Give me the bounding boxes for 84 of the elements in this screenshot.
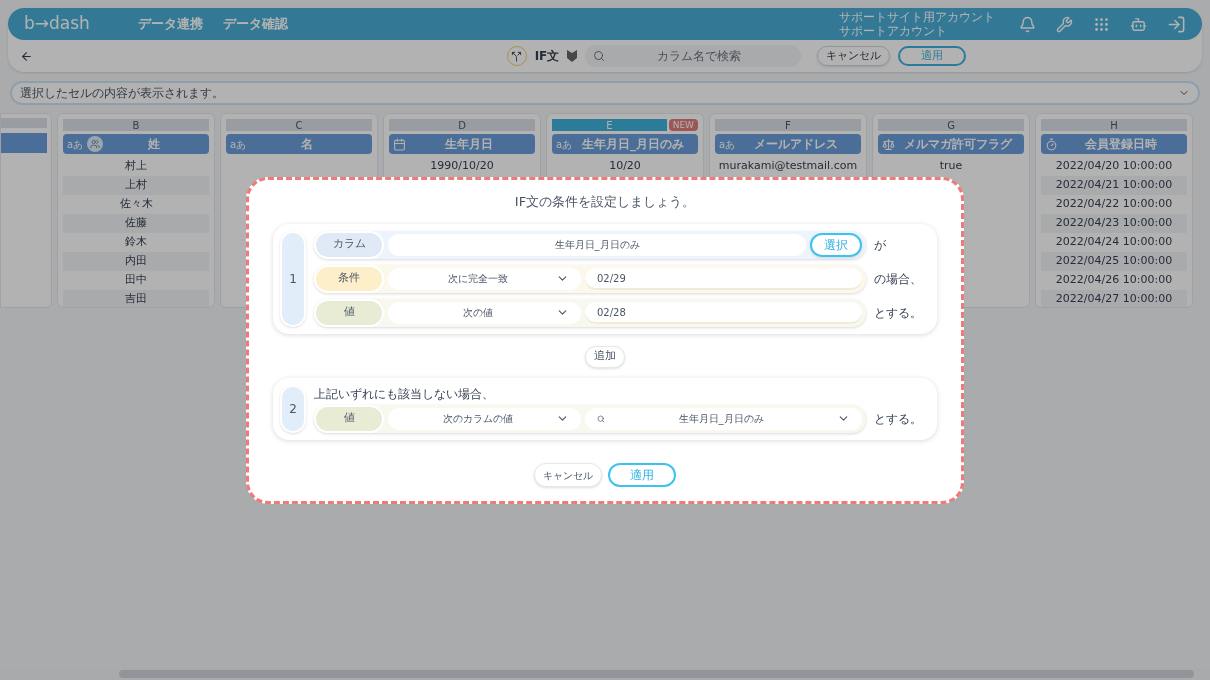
table-cell: 2022/04/27 10:00:00 <box>1041 290 1187 307</box>
column-letter[interactable]: H <box>1041 119 1187 131</box>
column-header[interactable]: aあ メールアドレス <box>715 134 861 154</box>
dialog-title: IF文の条件を設定しましょう。 <box>513 193 697 211</box>
column-search-select[interactable]: 生年月日_月日のみ <box>585 407 862 430</box>
nav-link[interactable]: データ連携 <box>138 14 203 34</box>
rule-number: 1 <box>280 230 306 327</box>
account-name: サポートアカウント <box>839 24 948 38</box>
row-label: 値 <box>314 404 384 433</box>
apps-grid-icon[interactable] <box>1093 15 1110 33</box>
table-cell: 2022/04/25 10:00:00 <box>1041 252 1187 271</box>
search-icon <box>593 50 606 62</box>
rule-number: 2 <box>280 384 306 433</box>
column-letter[interactable]: C <box>226 119 372 131</box>
table-cell-text: 2022/04/24 10:00:00 <box>1054 234 1174 251</box>
table-cell: 2022/04/23 10:00:00 <box>1041 214 1187 233</box>
table-cell: 2022/04/21 10:00:00 <box>1041 176 1187 195</box>
scale-icon <box>882 137 895 151</box>
wrench-icon[interactable] <box>1056 15 1073 33</box>
column-header[interactable]: aあ 名 <box>226 134 372 154</box>
text-type-label: aあ <box>556 137 573 152</box>
back-icon[interactable] <box>20 49 33 63</box>
cancel-button[interactable]: キャンセル <box>534 463 602 487</box>
table-cell-text: 2022/04/22 10:00:00 <box>1054 196 1174 213</box>
column-header[interactable]: aあ 生年月日_月日のみ <box>552 134 698 154</box>
table-cell-text: true <box>938 158 964 175</box>
table-cell-text: 2022/04/20 10:00:00 <box>1054 158 1174 175</box>
table-cell: 上村 <box>63 176 209 195</box>
row-label: 値 <box>314 298 384 327</box>
shield-icon <box>567 49 578 63</box>
toolbar-title: IF文 <box>534 48 560 65</box>
bell-icon[interactable] <box>1019 15 1036 33</box>
table-cell: 内田 <box>63 252 209 271</box>
new-badge: NEW <box>668 119 698 131</box>
table-cell-text: murakami@testmail.com <box>717 158 859 175</box>
row-suffix: が <box>874 236 887 254</box>
column-header[interactable]: 生年月日 <box>389 134 535 154</box>
value-type-select[interactable]: 次のカラムの値 <box>388 407 581 430</box>
add-button[interactable]: 追加 <box>585 345 625 368</box>
logo[interactable]: b→dash <box>24 11 114 37</box>
table-cell: 吉田 <box>63 290 209 307</box>
value-input[interactable]: 02/29 <box>585 267 862 290</box>
table-cell-text: 佐々木 <box>118 196 154 213</box>
column-letter[interactable]: F <box>715 119 861 131</box>
nav-link[interactable]: データ確認 <box>223 14 288 34</box>
column-header[interactable]: 会員登録日時 <box>1041 134 1187 154</box>
group-icon <box>87 136 104 152</box>
value-type-select[interactable]: 次の値 <box>388 301 581 324</box>
cell-viewer-field[interactable]: 選択したセルの内容が表示されます。 <box>10 81 1200 105</box>
timer-icon <box>1045 137 1058 151</box>
logout-icon[interactable] <box>1167 14 1186 34</box>
column-header[interactable]: aあ 姓 <box>63 134 209 154</box>
row-suffix: とする。 <box>874 410 923 428</box>
calendar-icon <box>393 137 406 151</box>
table-cell-text: 村上 <box>124 158 148 175</box>
text-type-label: aあ <box>230 137 247 152</box>
value-input[interactable]: 02/28 <box>585 301 862 324</box>
row-label: カラム <box>314 230 384 259</box>
apply-button[interactable]: 適用 <box>898 46 967 66</box>
account-name: サポートサイト用アカウント <box>839 10 995 24</box>
column-letter[interactable]: G <box>878 119 1024 131</box>
rule-note: 上記いずれにも該当しない場合、 <box>314 385 495 403</box>
column-letter[interactable]: B <box>63 119 209 131</box>
column-search-field[interactable]: カラム名で検索 <box>585 45 802 67</box>
row-suffix: とする。 <box>874 304 923 322</box>
column-name-field[interactable]: 生年月日_月日のみ <box>388 233 806 256</box>
select-column-button[interactable]: 選択 <box>810 232 862 257</box>
table-cell-text: 鈴木 <box>124 234 148 251</box>
bot-icon[interactable] <box>1130 15 1147 33</box>
table-cell-text: 10/20 <box>608 158 642 175</box>
table-cell-text: 田中 <box>124 272 148 289</box>
table-cell-text: 2022/04/26 10:00:00 <box>1054 272 1174 289</box>
text-type-label: aあ <box>719 137 736 152</box>
row-suffix: の場合、 <box>874 270 923 288</box>
apply-button[interactable]: 適用 <box>608 463 676 487</box>
column-letter[interactable]: E <box>552 119 667 131</box>
search-icon <box>597 414 605 423</box>
table-cell-text: 1990/10/20 <box>429 158 495 175</box>
column-letter[interactable]: D <box>389 119 535 131</box>
text-type-label: aあ <box>67 137 84 152</box>
row-label: 条件 <box>314 264 384 293</box>
condition-select[interactable]: 次に完全一致 <box>388 267 581 290</box>
column-header[interactable]: メルマガ許可フラグ <box>878 134 1024 154</box>
table-cell: 佐藤 <box>63 214 209 233</box>
